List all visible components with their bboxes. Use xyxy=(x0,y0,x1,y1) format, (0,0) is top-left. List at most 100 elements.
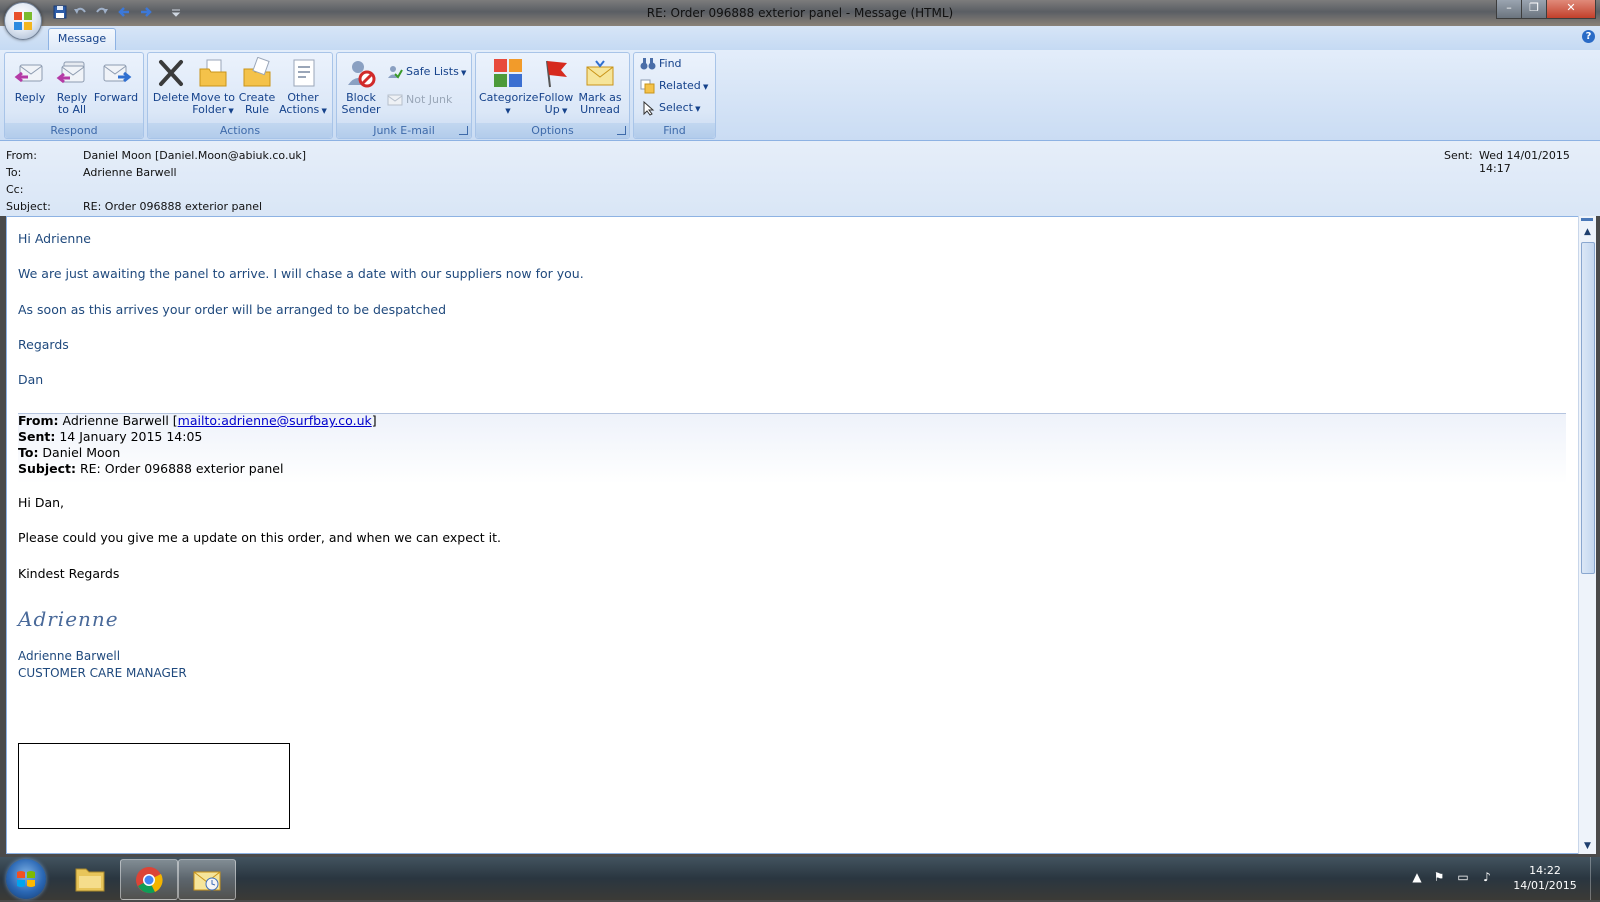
reply-greeting: Hi Adrienne xyxy=(18,231,91,246)
delete-icon xyxy=(159,60,183,86)
related-icon xyxy=(640,79,655,94)
vertical-scrollbar[interactable]: ▲ ▼ xyxy=(1578,216,1596,854)
title-bar: RE: Order 096888 exterior panel - Messag… xyxy=(0,0,1600,26)
scroll-down-arrow-icon[interactable]: ▼ xyxy=(1579,838,1596,854)
taskbar-chrome[interactable] xyxy=(120,859,178,900)
group-respond: Reply Reply to All Forward Respond xyxy=(4,52,144,139)
scroll-thumb[interactable] xyxy=(1581,242,1595,574)
undo-icon[interactable] xyxy=(72,4,88,20)
start-button[interactable] xyxy=(6,859,46,899)
group-junk-email-label: Junk E-mail xyxy=(337,123,471,138)
move-to-folder-icon xyxy=(199,59,227,87)
select-button[interactable]: Select ▼ xyxy=(640,99,701,117)
junk-email-dialog-launcher[interactable] xyxy=(459,126,468,135)
close-button[interactable]: ✕ xyxy=(1546,0,1596,19)
quoted-sent-value: 14 January 2015 14:05 xyxy=(55,429,203,444)
related-button[interactable]: Related ▼ xyxy=(640,77,708,95)
not-junk-button[interactable]: Not Junk xyxy=(387,91,452,109)
delete-button[interactable]: Delete xyxy=(152,57,190,104)
restore-button[interactable]: ❐ xyxy=(1521,0,1547,19)
categorize-icon xyxy=(494,59,522,87)
follow-up-button[interactable]: Follow Up ▼ xyxy=(536,57,576,117)
network-icon[interactable]: ▭ xyxy=(1456,870,1470,884)
taskbar-clock[interactable]: 14:22 14/01/2015 xyxy=(1505,863,1585,893)
handwritten-signature: Adrienne xyxy=(18,607,119,631)
volume-icon[interactable]: ♪ xyxy=(1480,870,1494,884)
find-label: Find xyxy=(659,57,682,70)
ribbon-tab-row: Message xyxy=(0,26,1600,51)
chrome-icon xyxy=(136,867,163,894)
safe-lists-label: Safe Lists xyxy=(406,65,459,78)
signature-role: CUSTOMER CARE MANAGER xyxy=(18,666,187,680)
clock-time: 14:22 xyxy=(1529,864,1561,877)
forward-button[interactable]: Forward xyxy=(93,57,139,104)
other-actions-label-2: Actions xyxy=(279,103,320,116)
help-button[interactable]: ? xyxy=(1582,30,1595,43)
move-to-folder-button[interactable]: Move to Folder ▼ xyxy=(190,57,236,117)
create-rule-button[interactable]: Create Rule xyxy=(236,56,278,116)
cc-label: Cc: xyxy=(6,183,24,196)
reply-all-button[interactable]: Reply to All xyxy=(51,57,93,116)
signature-name: Adrienne Barwell xyxy=(18,649,121,663)
follow-up-label-2: Up xyxy=(544,103,560,116)
from-value[interactable]: Daniel Moon [Daniel.Moon@abiuk.co.uk] xyxy=(83,149,306,162)
related-label: Related xyxy=(659,79,701,92)
safe-lists-button[interactable]: Safe Lists ▼ xyxy=(387,63,466,81)
taskbar-outlook[interactable] xyxy=(178,859,236,900)
reply-line-2: As soon as this arrives your order will … xyxy=(18,302,447,317)
quoted-regards: Kindest Regards xyxy=(18,566,120,581)
taskbar-explorer[interactable] xyxy=(62,859,118,898)
group-junk-email: Block Sender Safe Lists ▼ Not Junk Junk … xyxy=(336,52,472,139)
save-icon[interactable] xyxy=(52,4,68,20)
binoculars-icon xyxy=(640,58,656,70)
office-logo-icon xyxy=(14,12,32,30)
quoted-subject-value: RE: Order 096888 exterior panel xyxy=(76,461,284,476)
follow-up-flag-icon xyxy=(546,60,567,88)
customize-toolbar-icon[interactable] xyxy=(170,4,182,20)
message-body-frame[interactable]: Hi Adrienne We are just awaiting the pan… xyxy=(6,216,1580,854)
quoted-sent-line: Sent: 14 January 2015 14:05 xyxy=(18,429,202,444)
group-options-label: Options xyxy=(476,123,629,138)
block-sender-button[interactable]: Block Sender xyxy=(341,57,381,116)
quoted-to-line: To: Daniel Moon xyxy=(18,445,120,460)
next-item-icon[interactable] xyxy=(138,4,154,20)
not-junk-label: Not Junk xyxy=(406,93,453,106)
ribbon: Reply Reply to All Forward Respond Delet… xyxy=(0,50,1600,141)
message-header: From: Daniel Moon [Daniel.Moon@abiuk.co.… xyxy=(0,141,1600,216)
reply-label: Reply xyxy=(14,91,46,104)
previous-item-icon[interactable] xyxy=(116,4,132,20)
mark-as-unread-button[interactable]: Mark as Unread xyxy=(576,57,624,116)
show-hidden-icons-icon[interactable]: ▲ xyxy=(1410,870,1424,884)
options-dialog-launcher[interactable] xyxy=(617,126,626,135)
scroll-up-arrow-icon[interactable]: ▲ xyxy=(1579,224,1596,240)
block-sender-label-2: Sender xyxy=(341,103,381,116)
forward-label: Forward xyxy=(93,91,139,104)
cursor-arrow-icon xyxy=(643,100,655,116)
quoted-from-close: ] xyxy=(371,413,377,428)
minimize-button[interactable]: – xyxy=(1496,0,1522,19)
reply-line-1: We are just awaiting the panel to arrive… xyxy=(18,266,584,281)
categorize-button[interactable]: Categorize ▼ xyxy=(479,57,538,117)
to-label: To: xyxy=(6,166,22,179)
other-actions-button[interactable]: Other Actions ▼ xyxy=(278,57,328,117)
safe-lists-icon xyxy=(388,66,403,79)
quoted-to-label: To: xyxy=(18,445,39,460)
quoted-email-link[interactable]: mailto:adrienne@surfbay.co.uk xyxy=(178,413,372,428)
scroll-splitter[interactable] xyxy=(1581,218,1593,221)
show-desktop-button[interactable] xyxy=(1590,857,1600,900)
quoted-from-label: From: xyxy=(18,413,59,428)
reply-button[interactable]: Reply xyxy=(11,57,49,104)
move-label-2: Folder xyxy=(192,103,227,116)
redo-icon[interactable] xyxy=(94,4,110,20)
windows-logo-icon xyxy=(17,871,35,887)
tab-message[interactable]: Message xyxy=(48,28,116,51)
quoted-from-name: Adrienne Barwell [ xyxy=(58,413,178,428)
action-center-flag-icon[interactable]: ⚑ xyxy=(1432,870,1446,884)
office-button[interactable] xyxy=(4,2,42,40)
find-button[interactable]: Find xyxy=(640,55,682,73)
group-find: Find Related ▼ Select ▼ Find xyxy=(633,52,716,139)
outlook-icon xyxy=(193,871,221,891)
to-value[interactable]: Adrienne Barwell xyxy=(83,166,177,179)
quoted-sent-label: Sent: xyxy=(18,429,56,444)
create-rule-label-2: Rule xyxy=(245,103,269,116)
